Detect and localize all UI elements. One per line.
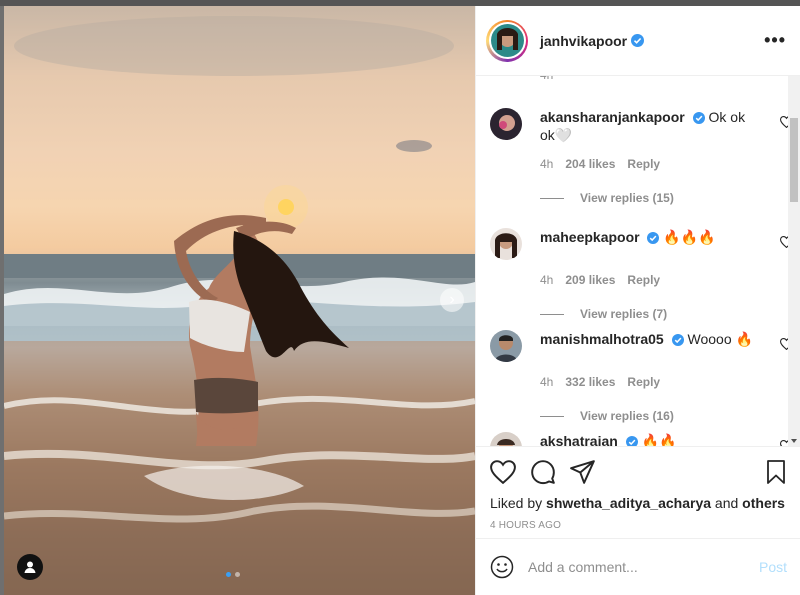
author-username[interactable]: janhvikapoor bbox=[540, 33, 627, 49]
comment-timestamp: 4h bbox=[540, 76, 553, 82]
comment-text: Woooo 🔥 bbox=[687, 331, 753, 347]
comment-body: manishmalhotra05 Woooo 🔥 bbox=[540, 330, 755, 362]
user-tag-icon bbox=[24, 561, 36, 573]
save-bookmark-icon[interactable] bbox=[765, 460, 787, 484]
comment-input[interactable]: Add a comment... bbox=[528, 559, 759, 575]
story-ring[interactable] bbox=[486, 19, 528, 62]
verified-icon bbox=[631, 34, 645, 47]
scrollbar-thumb[interactable] bbox=[790, 118, 798, 202]
comment-body: akansharanjankapoor Ok ok ok🤍 bbox=[540, 108, 755, 144]
comment-body: akshatrajan 🔥🔥 bbox=[540, 432, 755, 446]
chevron-right-icon: › bbox=[449, 291, 455, 308]
emoji-icon[interactable] bbox=[490, 555, 514, 579]
view-replies-button[interactable]: View replies (15) bbox=[540, 191, 775, 205]
replies-line bbox=[540, 415, 564, 417]
commenter-avatar[interactable] bbox=[490, 432, 522, 446]
comment-text: 🔥🔥🔥 bbox=[663, 229, 716, 245]
verified-icon bbox=[692, 112, 705, 124]
comment-likes[interactable]: 204 likes bbox=[565, 157, 615, 171]
share-send-icon[interactable] bbox=[570, 460, 596, 484]
comment-item: manishmalhotra05 Woooo 🔥 4h 332 likes Re… bbox=[490, 330, 793, 423]
comment-meta: 4h 209 likes Reply bbox=[540, 273, 775, 287]
liked-by-others[interactable]: others bbox=[742, 495, 785, 511]
carousel-dots bbox=[226, 572, 240, 577]
commenter-avatar[interactable] bbox=[490, 108, 522, 140]
view-replies-button[interactable]: View replies (7) bbox=[540, 307, 775, 321]
commenter-username[interactable]: akshatrajan bbox=[540, 433, 618, 446]
replies-line bbox=[540, 197, 564, 199]
post-photo[interactable]: › bbox=[4, 6, 475, 595]
author-avatar bbox=[490, 24, 524, 57]
comment-meta: 4h 204 likes Reply bbox=[540, 157, 775, 171]
commenter-avatar[interactable] bbox=[490, 228, 522, 260]
verified-icon bbox=[671, 334, 684, 346]
comment-likes[interactable]: 332 likes bbox=[565, 375, 615, 389]
commenter-avatar[interactable] bbox=[490, 330, 522, 362]
comment-item: maheepkapoor 🔥🔥🔥 4h 209 likes Reply View… bbox=[490, 228, 793, 321]
post-modal: › janhvikapoor ••• akansharanjankapoor O… bbox=[4, 6, 800, 595]
carousel-dot bbox=[235, 572, 240, 577]
post-actions: Liked by shwetha_aditya_acharya and othe… bbox=[476, 446, 800, 531]
like-heart-icon[interactable] bbox=[490, 460, 516, 484]
liked-by-user[interactable]: shwetha_aditya_acharya bbox=[546, 495, 711, 511]
liked-by-and: and bbox=[714, 495, 739, 511]
user-tag-button[interactable] bbox=[17, 554, 43, 580]
reply-button[interactable]: Reply bbox=[627, 273, 660, 287]
post-comment-button[interactable]: Post bbox=[759, 559, 787, 575]
reply-button[interactable]: Reply bbox=[627, 375, 660, 389]
comment-item: akansharanjankapoor Ok ok ok🤍 4h 204 lik… bbox=[490, 108, 793, 205]
view-replies-label: View replies (15) bbox=[580, 191, 674, 205]
comment-body: maheepkapoor 🔥🔥🔥 bbox=[540, 228, 755, 260]
reply-button[interactable]: Reply bbox=[627, 157, 660, 171]
commenter-username[interactable]: manishmalhotra05 bbox=[540, 331, 664, 347]
add-comment-bar: Add a comment... Post bbox=[476, 538, 800, 595]
verified-icon bbox=[625, 436, 638, 446]
liked-by-line: Liked by shwetha_aditya_acharya and othe… bbox=[490, 495, 787, 511]
view-replies-label: View replies (7) bbox=[580, 307, 668, 321]
liked-by-prefix: Liked by bbox=[490, 495, 543, 511]
scroll-down-arrow-icon[interactable] bbox=[791, 439, 797, 443]
comment-likes[interactable]: 209 likes bbox=[565, 273, 615, 287]
carousel-dot-active bbox=[226, 572, 231, 577]
post-header: janhvikapoor ••• bbox=[476, 6, 800, 76]
comment-meta: 4h 332 likes Reply bbox=[540, 375, 775, 389]
more-options-button[interactable]: ••• bbox=[764, 30, 786, 51]
view-replies-button[interactable]: View replies (16) bbox=[540, 409, 775, 423]
replies-line bbox=[540, 313, 564, 315]
action-icons-row bbox=[490, 457, 787, 487]
comment-time: 4h bbox=[540, 157, 554, 171]
post-timestamp[interactable]: 4 HOURS AGO bbox=[490, 520, 787, 531]
view-replies-label: View replies (16) bbox=[580, 409, 674, 423]
comment-bubble-icon[interactable] bbox=[530, 459, 556, 485]
comment-time: 4h bbox=[540, 273, 554, 287]
comment-text: 🔥🔥 bbox=[641, 433, 677, 446]
comment-time: 4h bbox=[540, 375, 554, 389]
post-side-panel: janhvikapoor ••• 4h akansharanjankapo bbox=[475, 6, 800, 595]
verified-icon bbox=[647, 232, 660, 244]
beach-scene bbox=[4, 16, 475, 595]
commenter-username[interactable]: akansharanjankapoor bbox=[540, 109, 685, 125]
comments-list: 4h akansharanjankapoor Ok ok ok🤍 bbox=[476, 76, 800, 446]
comments-scrollbar[interactable] bbox=[788, 76, 800, 446]
commenter-username[interactable]: maheepkapoor bbox=[540, 229, 640, 245]
next-image-button[interactable]: › bbox=[440, 288, 464, 312]
comment-item: akshatrajan 🔥🔥 bbox=[490, 432, 793, 446]
